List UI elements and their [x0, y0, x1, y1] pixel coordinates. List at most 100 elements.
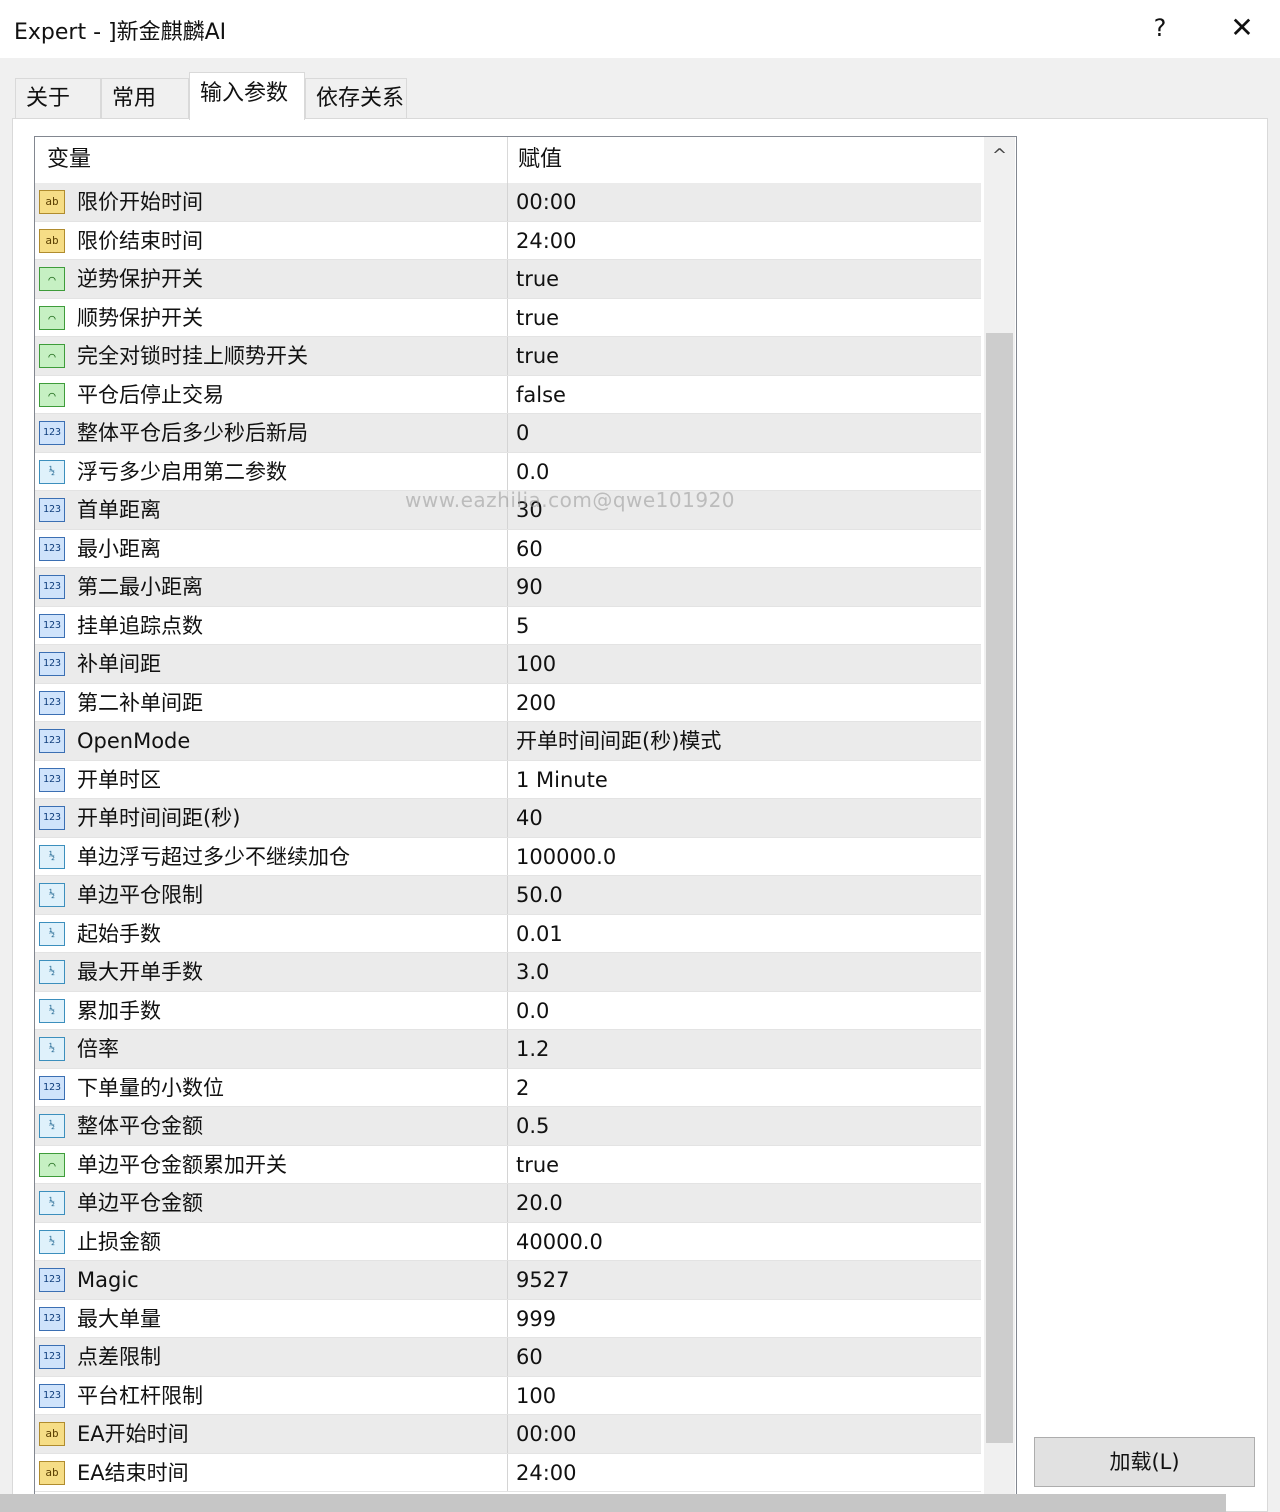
value-cell[interactable]: 24:00	[516, 222, 577, 260]
value-cell[interactable]: 40000.0	[516, 1223, 603, 1261]
table-row[interactable]: ⌒ 完全对锁时挂上顺势开关 true	[35, 337, 981, 376]
value-cell[interactable]: 0.01	[516, 915, 563, 953]
value-cell[interactable]: 0.0	[516, 992, 549, 1030]
table-row[interactable]: ab 限价结束时间 24:00	[35, 221, 981, 260]
variable-cell[interactable]: 123 整体平仓后多少秒后新局	[35, 414, 508, 452]
variable-cell[interactable]: 123 OpenMode	[35, 722, 508, 760]
table-row[interactable]: ⌒ 单边平仓金额累加开关 true	[35, 1145, 981, 1184]
value-cell[interactable]: 100	[516, 645, 556, 683]
variable-cell[interactable]: 123 Magic	[35, 1261, 508, 1299]
table-row[interactable]: 123 Magic 9527	[35, 1261, 981, 1300]
table-row[interactable]: 123 最大单量 999	[35, 1299, 981, 1338]
variable-cell[interactable]: ab EA结束时间	[35, 1453, 508, 1491]
table-row[interactable]: ⌒ 平仓后停止交易 false	[35, 375, 981, 414]
variable-cell[interactable]: ab 限价开始时间	[35, 183, 508, 221]
variable-cell[interactable]: ½ 累加手数	[35, 991, 508, 1029]
value-cell[interactable]: 开单时间间距(秒)模式	[516, 722, 721, 760]
value-cell[interactable]: 0.0	[516, 453, 549, 491]
variable-cell[interactable]: 123 下单量的小数位	[35, 1068, 508, 1106]
table-row[interactable]: 123 挂单追踪点数 5	[35, 606, 981, 645]
value-cell[interactable]: 60	[516, 1338, 543, 1376]
table-row[interactable]: ½ 起始手数 0.01	[35, 914, 981, 953]
tab-dependencies[interactable]: 依存关系	[305, 78, 407, 118]
table-row[interactable]: 123 整体平仓后多少秒后新局 0	[35, 414, 981, 453]
value-cell[interactable]: 0.5	[516, 1107, 549, 1145]
table-row[interactable]: ½ 最大开单手数 3.0	[35, 953, 981, 992]
value-cell[interactable]: 1 Minute	[516, 761, 608, 799]
scroll-up-arrow-icon[interactable]: ^	[984, 141, 1015, 171]
variable-cell[interactable]: 123 最小距离	[35, 529, 508, 567]
table-row[interactable]: ab EA结束时间 24:00	[35, 1453, 981, 1492]
variable-cell[interactable]: ½ 单边浮亏超过多少不继续加仓	[35, 837, 508, 875]
variable-cell[interactable]: 123 点差限制	[35, 1338, 508, 1376]
vertical-scrollbar[interactable]: ^	[984, 137, 1015, 1511]
variable-cell[interactable]: ½ 起始手数	[35, 914, 508, 952]
table-row[interactable]: ½ 倍率 1.2	[35, 1030, 981, 1069]
table-row[interactable]: ½ 浮亏多少启用第二参数 0.0	[35, 452, 981, 491]
variable-cell[interactable]: ab EA开始时间	[35, 1415, 508, 1453]
value-cell[interactable]: 2	[516, 1069, 529, 1107]
table-row[interactable]: 123 点差限制 60	[35, 1338, 981, 1377]
value-cell[interactable]: 00:00	[516, 1415, 577, 1453]
variable-cell[interactable]: ⌒ 顺势保护开关	[35, 298, 508, 336]
table-row[interactable]: ½ 单边浮亏超过多少不继续加仓 100000.0	[35, 837, 981, 876]
table-row[interactable]: 123 补单间距 100	[35, 645, 981, 684]
variable-cell[interactable]: ½ 单边平仓限制	[35, 876, 508, 914]
value-cell[interactable]: 60	[516, 530, 543, 568]
table-row[interactable]: ab EA开始时间 00:00	[35, 1415, 981, 1454]
value-cell[interactable]: 00:00	[516, 183, 577, 221]
tab-inputs[interactable]: 输入参数	[189, 72, 305, 120]
table-row[interactable]: ½ 整体平仓金额 0.5	[35, 1107, 981, 1146]
table-row[interactable]: ½ 单边平仓限制 50.0	[35, 876, 981, 915]
value-cell[interactable]: false	[516, 376, 566, 414]
variable-cell[interactable]: ½ 最大开单手数	[35, 953, 508, 991]
load-button[interactable]: 加载(L)	[1034, 1437, 1255, 1487]
value-cell[interactable]: 20.0	[516, 1184, 563, 1222]
variable-cell[interactable]: 123 开单时间间距(秒)	[35, 799, 508, 837]
variable-cell[interactable]: ½ 单边平仓金额	[35, 1184, 508, 1222]
variable-cell[interactable]: 123 最大单量	[35, 1299, 508, 1337]
value-cell[interactable]: true	[516, 1146, 559, 1184]
table-row[interactable]: 123 最小距离 60	[35, 529, 981, 568]
variable-cell[interactable]: 123 首单距离	[35, 491, 508, 529]
variable-cell[interactable]: ½ 整体平仓金额	[35, 1107, 508, 1145]
table-row[interactable]: 123 开单时间间距(秒) 40	[35, 799, 981, 838]
value-cell[interactable]: 24:00	[516, 1454, 577, 1492]
scroll-thumb[interactable]	[986, 333, 1013, 1443]
variable-cell[interactable]: 123 补单间距	[35, 645, 508, 683]
variable-cell[interactable]: 123 开单时区	[35, 760, 508, 798]
table-row[interactable]: 123 第二补单间距 200	[35, 683, 981, 722]
table-row[interactable]: ½ 止损金额 40000.0	[35, 1222, 981, 1261]
value-cell[interactable]: 200	[516, 684, 556, 722]
help-button[interactable]: ?	[1146, 10, 1174, 46]
value-cell[interactable]: 5	[516, 607, 529, 645]
value-cell[interactable]: 0	[516, 414, 529, 452]
variable-cell[interactable]: ab 限价结束时间	[35, 221, 508, 259]
table-row[interactable]: 123 下单量的小数位 2	[35, 1068, 981, 1107]
variable-cell[interactable]: ½ 浮亏多少启用第二参数	[35, 452, 508, 490]
table-row[interactable]: ⌒ 顺势保护开关 true	[35, 298, 981, 337]
table-row[interactable]: ½ 单边平仓金额 20.0	[35, 1184, 981, 1223]
variable-cell[interactable]: ⌒ 单边平仓金额累加开关	[35, 1145, 508, 1183]
value-cell[interactable]: 40	[516, 799, 543, 837]
value-cell[interactable]: 9527	[516, 1261, 569, 1299]
table-row[interactable]: 123 首单距离 30	[35, 491, 981, 530]
tab-common[interactable]: 常用	[101, 78, 189, 118]
variable-cell[interactable]: ½ 倍率	[35, 1030, 508, 1068]
variable-cell[interactable]: ½ 止损金额	[35, 1222, 508, 1260]
table-row[interactable]: ⌒ 逆势保护开关 true	[35, 260, 981, 299]
value-cell[interactable]: 1.2	[516, 1030, 549, 1068]
value-cell[interactable]: 50.0	[516, 876, 563, 914]
variable-cell[interactable]: ⌒ 完全对锁时挂上顺势开关	[35, 337, 508, 375]
value-cell[interactable]: 100000.0	[516, 838, 616, 876]
value-cell[interactable]: true	[516, 299, 559, 337]
table-row[interactable]: 123 开单时区 1 Minute	[35, 760, 981, 799]
value-cell[interactable]: 999	[516, 1300, 556, 1338]
table-row[interactable]: ab 限价开始时间 00:00	[35, 183, 981, 222]
table-row[interactable]: 123 OpenMode 开单时间间距(秒)模式	[35, 722, 981, 761]
table-row[interactable]: ½ 累加手数 0.0	[35, 991, 981, 1030]
value-cell[interactable]: true	[516, 260, 559, 298]
variable-cell[interactable]: 123 第二补单间距	[35, 683, 508, 721]
value-cell[interactable]: true	[516, 337, 559, 375]
column-header-variable[interactable]: 变量	[35, 137, 508, 183]
